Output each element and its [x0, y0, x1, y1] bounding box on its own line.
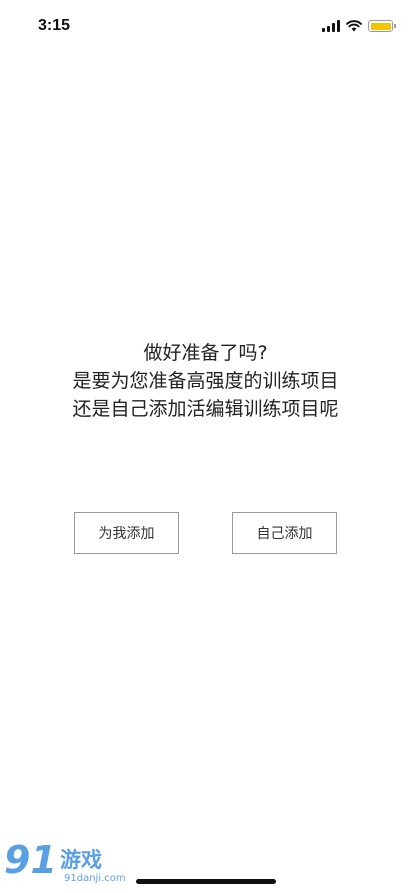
prompt-message: 做好准备了吗? 是要为您准备高强度的训练项目 还是自己添加活编辑训练项目呢	[0, 339, 411, 423]
site-watermark-logo: 91 游戏 91danji.com	[4, 838, 126, 884]
prompt-line-question: 做好准备了吗?	[143, 342, 268, 364]
wifi-icon	[346, 20, 362, 32]
app-screen: 3:15 做好准备了吗? 是要为您准备高强度的训练项目 还是自己添加活编辑训练项…	[0, 0, 411, 893]
prompt-line-option-1: 是要为您准备高强度的训练项目	[72, 370, 339, 392]
home-indicator[interactable]	[136, 879, 276, 884]
status-bar: 3:15	[0, 0, 411, 52]
battery-icon	[368, 20, 396, 32]
add-myself-button[interactable]: 自己添加	[232, 512, 337, 554]
svg-text:91danji.com: 91danji.com	[64, 873, 126, 884]
svg-text:游戏: 游戏	[60, 848, 102, 872]
cellular-signal-icon	[322, 20, 340, 32]
svg-text:91: 91	[4, 838, 57, 882]
status-time: 3:15	[38, 17, 71, 34]
status-icons	[322, 17, 396, 35]
add-for-me-button[interactable]: 为我添加	[74, 512, 179, 554]
prompt-line-option-2: 还是自己添加活编辑训练项目呢	[72, 398, 339, 420]
battery-level	[370, 22, 391, 30]
